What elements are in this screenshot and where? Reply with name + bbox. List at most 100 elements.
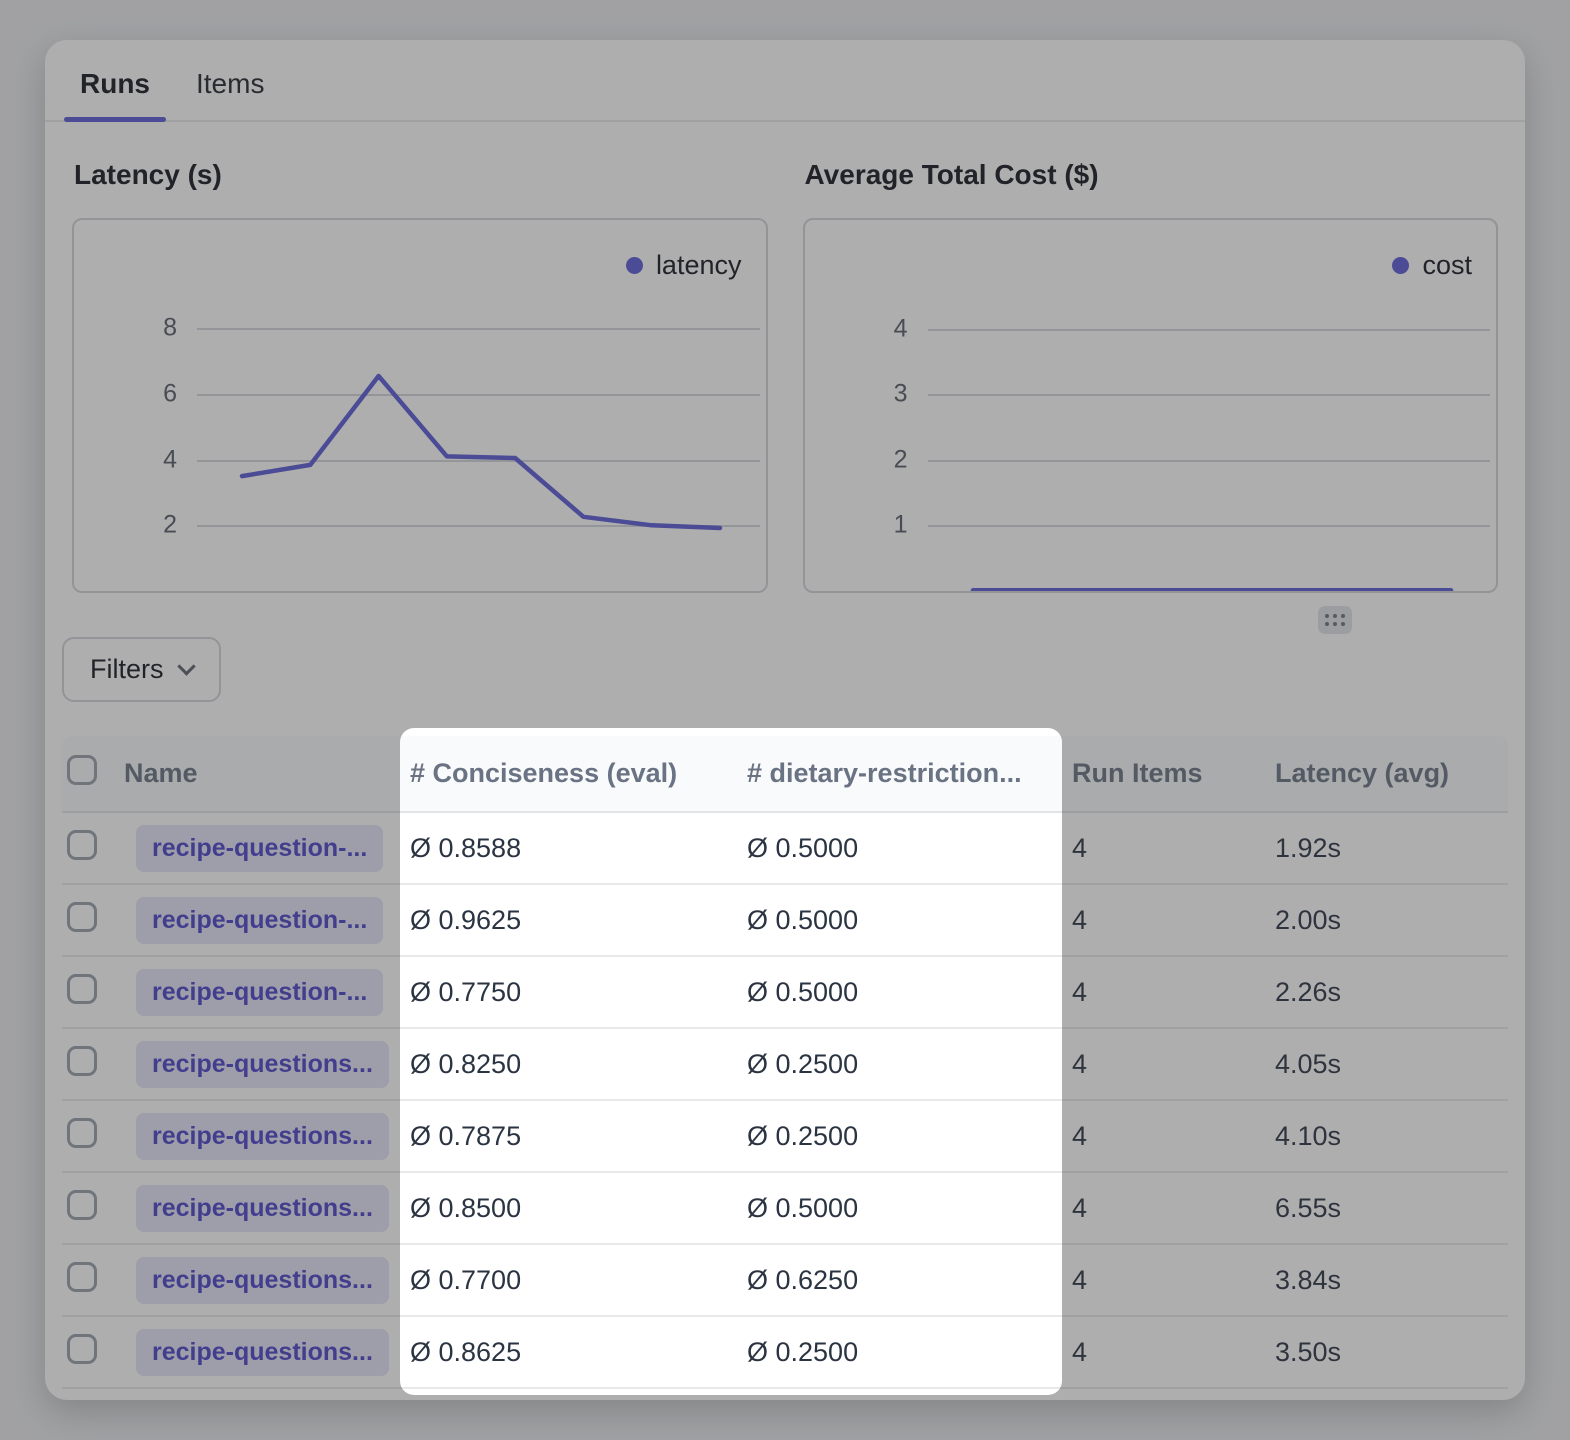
row-checkbox[interactable] xyxy=(67,1334,97,1364)
header-checkbox-cell xyxy=(62,755,120,792)
latency-chart-title: Latency (s) xyxy=(74,158,768,192)
run-items-value: 4 xyxy=(1062,905,1265,936)
filters-row: Filters xyxy=(62,637,1525,702)
run-name-cell: recipe-questions... xyxy=(120,1185,400,1232)
row-checkbox-cell xyxy=(62,1046,120,1083)
dietary-restriction-value: Ø 0.2500 xyxy=(737,1121,1062,1152)
conciseness-value: Ø 0.7750 xyxy=(400,977,737,1008)
conciseness-value: Ø 0.7875 xyxy=(400,1121,737,1152)
latency-legend: latency xyxy=(626,250,742,281)
legend-dot-icon xyxy=(626,257,643,274)
table-row: recipe-question-... Ø 0.8588 Ø 0.5000 4 … xyxy=(62,813,1508,885)
cost-chart-title: Average Total Cost ($) xyxy=(805,158,1499,192)
run-name-link[interactable]: recipe-questions... xyxy=(136,1329,389,1376)
run-name-link[interactable]: recipe-question-... xyxy=(136,897,383,944)
table-row: recipe-questions... Ø 0.8500 Ø 0.5000 4 … xyxy=(62,1173,1508,1245)
column-header-dietary-restriction[interactable]: # dietary-restriction... xyxy=(737,758,1062,789)
row-checkbox[interactable] xyxy=(67,1046,97,1076)
column-header-conciseness[interactable]: # Conciseness (eval) xyxy=(400,758,737,789)
cost-chart-block: Average Total Cost ($) cost 4321 xyxy=(803,158,1499,593)
table-body: recipe-question-... Ø 0.8588 Ø 0.5000 4 … xyxy=(62,813,1508,1389)
run-name-cell: recipe-question-... xyxy=(120,969,400,1016)
row-checkbox[interactable] xyxy=(67,1118,97,1148)
conciseness-value: Ø 0.9625 xyxy=(400,905,737,936)
cost-legend: cost xyxy=(1392,250,1472,281)
conciseness-value: Ø 0.8500 xyxy=(400,1193,737,1224)
latency-avg-value: 3.50s xyxy=(1265,1337,1508,1368)
dietary-restriction-value: Ø 0.5000 xyxy=(737,905,1062,936)
tab-runs[interactable]: Runs xyxy=(80,68,150,120)
legend-label: cost xyxy=(1422,250,1472,281)
select-all-checkbox[interactable] xyxy=(67,755,97,785)
conciseness-value: Ø 0.7700 xyxy=(400,1265,737,1296)
row-checkbox-cell xyxy=(62,830,120,867)
table-row: recipe-questions... Ø 0.7700 Ø 0.6250 4 … xyxy=(62,1245,1508,1317)
run-name-link[interactable]: recipe-questions... xyxy=(136,1257,389,1304)
latency-avg-value: 2.26s xyxy=(1265,977,1508,1008)
tab-bar: Runs Items xyxy=(45,40,1525,122)
run-items-value: 4 xyxy=(1062,1121,1265,1152)
dietary-restriction-value: Ø 0.2500 xyxy=(737,1049,1062,1080)
dietary-restriction-value: Ø 0.5000 xyxy=(737,833,1062,864)
run-items-value: 4 xyxy=(1062,1049,1265,1080)
column-header-name[interactable]: Name xyxy=(120,758,400,789)
run-items-value: 4 xyxy=(1062,977,1265,1008)
tab-items[interactable]: Items xyxy=(196,68,264,120)
row-checkbox[interactable] xyxy=(67,1262,97,1292)
row-checkbox[interactable] xyxy=(67,902,97,932)
row-checkbox-cell xyxy=(62,974,120,1011)
drag-handle-icon xyxy=(1325,614,1329,618)
run-name-link[interactable]: recipe-questions... xyxy=(136,1113,389,1160)
dietary-restriction-value: Ø 0.5000 xyxy=(737,977,1062,1008)
legend-label: latency xyxy=(656,250,742,281)
run-name-link[interactable]: recipe-questions... xyxy=(136,1041,389,1088)
run-name-link[interactable]: recipe-question-... xyxy=(136,825,383,872)
run-name-cell: recipe-question-... xyxy=(120,825,400,872)
filters-button-label: Filters xyxy=(90,654,164,685)
drag-handle[interactable] xyxy=(1318,606,1352,634)
table-row: recipe-question-... Ø 0.9625 Ø 0.5000 4 … xyxy=(62,885,1508,957)
run-name-link[interactable]: recipe-question-... xyxy=(136,969,383,1016)
row-checkbox-cell xyxy=(62,1262,120,1299)
column-header-run-items[interactable]: Run Items xyxy=(1062,758,1265,789)
runs-table: Name # Conciseness (eval) # dietary-rest… xyxy=(62,736,1508,1389)
run-name-cell: recipe-questions... xyxy=(120,1041,400,1088)
table-row: recipe-questions... Ø 0.8250 Ø 0.2500 4 … xyxy=(62,1029,1508,1101)
run-name-link[interactable]: recipe-questions... xyxy=(136,1185,389,1232)
table-row: recipe-questions... Ø 0.8625 Ø 0.2500 4 … xyxy=(62,1317,1508,1389)
conciseness-value: Ø 0.8250 xyxy=(400,1049,737,1080)
run-items-value: 4 xyxy=(1062,1265,1265,1296)
latency-chart-block: Latency (s) latency 8642 xyxy=(72,158,768,593)
latency-avg-value: 4.10s xyxy=(1265,1121,1508,1152)
latency-avg-value: 1.92s xyxy=(1265,833,1508,864)
runs-panel-card: Runs Items Latency (s) latency 8642 Aver… xyxy=(45,40,1525,1400)
table-header: Name # Conciseness (eval) # dietary-rest… xyxy=(62,736,1508,813)
run-name-cell: recipe-questions... xyxy=(120,1257,400,1304)
run-items-value: 4 xyxy=(1062,1337,1265,1368)
chevron-down-icon xyxy=(177,657,195,675)
row-checkbox-cell xyxy=(62,1190,120,1227)
latency-chart: latency 8642 xyxy=(72,218,768,593)
dietary-restriction-value: Ø 0.6250 xyxy=(737,1265,1062,1296)
conciseness-value: Ø 0.8588 xyxy=(400,833,737,864)
dietary-restriction-value: Ø 0.2500 xyxy=(737,1337,1062,1368)
run-name-cell: recipe-questions... xyxy=(120,1113,400,1160)
run-items-value: 4 xyxy=(1062,1193,1265,1224)
cost-chart: cost 4321 xyxy=(803,218,1499,593)
conciseness-value: Ø 0.8625 xyxy=(400,1337,737,1368)
column-header-latency-avg[interactable]: Latency (avg) xyxy=(1265,758,1508,789)
table-row: recipe-questions... Ø 0.7875 Ø 0.2500 4 … xyxy=(62,1101,1508,1173)
row-checkbox[interactable] xyxy=(67,830,97,860)
latency-avg-value: 2.00s xyxy=(1265,905,1508,936)
row-checkbox-cell xyxy=(62,1334,120,1371)
filters-button[interactable]: Filters xyxy=(62,637,221,702)
app-screen: Runs Items Latency (s) latency 8642 Aver… xyxy=(0,0,1570,1440)
row-checkbox[interactable] xyxy=(67,1190,97,1220)
latency-avg-value: 4.05s xyxy=(1265,1049,1508,1080)
row-checkbox-cell xyxy=(62,902,120,939)
row-checkbox[interactable] xyxy=(67,974,97,1004)
row-checkbox-cell xyxy=(62,1118,120,1155)
latency-avg-value: 6.55s xyxy=(1265,1193,1508,1224)
dietary-restriction-value: Ø 0.5000 xyxy=(737,1193,1062,1224)
legend-dot-icon xyxy=(1392,257,1409,274)
